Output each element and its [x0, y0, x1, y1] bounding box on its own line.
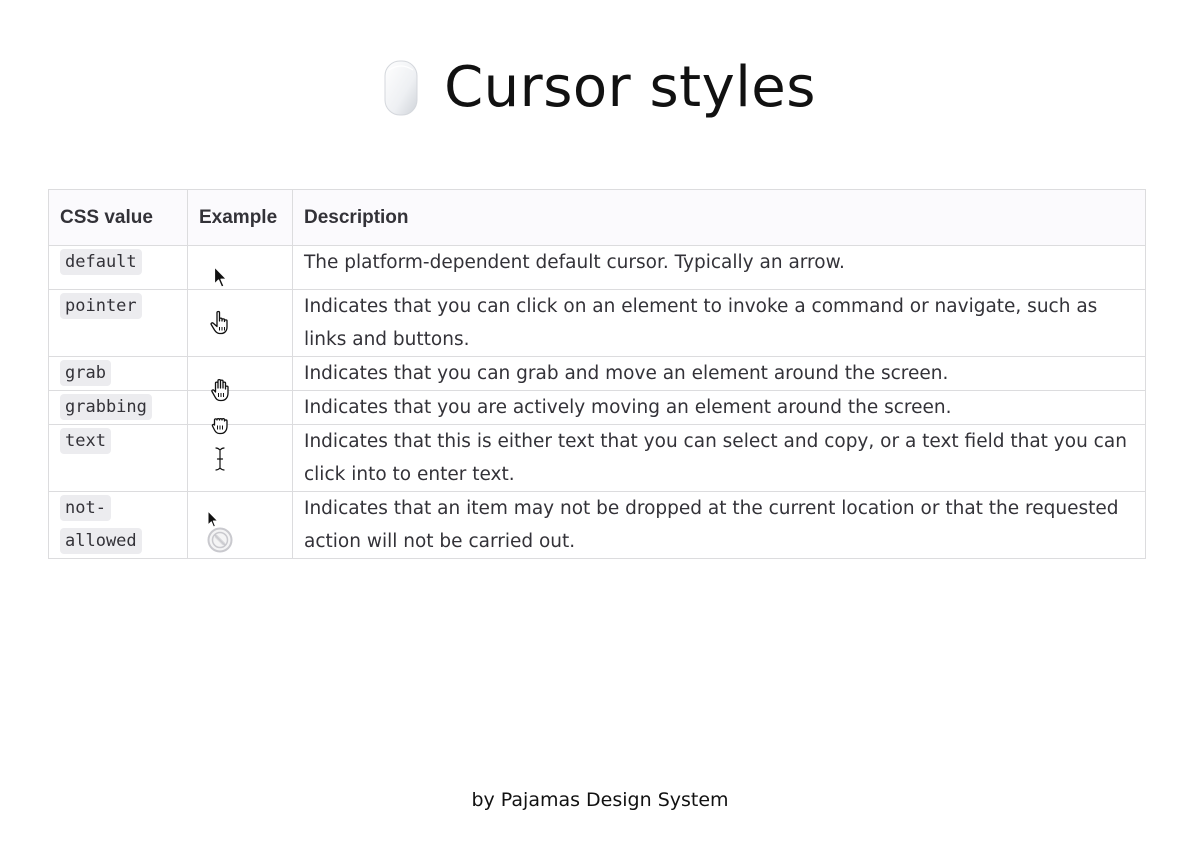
css-value-code: pointer — [60, 293, 142, 319]
table-row: text Indicates that this is either text … — [48, 424, 1146, 492]
css-value-code: grab — [60, 360, 111, 386]
mouse-icon — [384, 60, 418, 116]
table-header-row: CSS value Example Description — [48, 189, 1146, 246]
table-row: grab Indicates that you can grab and mov… — [48, 356, 1146, 402]
description-cell: Indicates that you can grab and move an … — [292, 356, 1146, 391]
css-value-code: not-allowed — [60, 495, 142, 554]
table-row: not-allowed Indicates that an item may n… — [48, 491, 1146, 559]
css-value-cell: grabbing — [48, 390, 188, 425]
table-row: default The platform-dependent default c… — [48, 245, 1146, 290]
css-value-cell: grab — [48, 356, 188, 391]
example-cell — [187, 424, 293, 492]
table-row: grabbing Indicates that you are actively… — [48, 390, 1146, 435]
example-cell — [187, 245, 293, 290]
example-cell — [187, 289, 293, 357]
footer-credit: by Pajamas Design System — [471, 789, 729, 811]
css-value-code: grabbing — [60, 394, 152, 420]
example-cell — [187, 390, 293, 435]
description-cell: Indicates that an item may not be droppe… — [292, 491, 1146, 559]
css-value-cell: text — [48, 424, 188, 492]
description-cell: Indicates that this is either text that … — [292, 424, 1146, 492]
description-cell: Indicates that you can click on an eleme… — [292, 289, 1146, 357]
i-beam-cursor-icon — [214, 446, 226, 472]
css-value-cell: pointer — [48, 289, 188, 357]
header-example: Example — [187, 189, 293, 246]
description-cell: Indicates that you are actively moving a… — [292, 390, 1146, 425]
css-value-code: text — [60, 428, 111, 454]
cursor-styles-table: CSS value Example Description default Th… — [48, 189, 1146, 559]
header-css-value: CSS value — [48, 189, 188, 246]
description-cell: The platform-dependent default cursor. T… — [292, 245, 1146, 290]
pointer-hand-cursor-icon — [210, 310, 228, 335]
css-value-cell: default — [48, 245, 188, 290]
arrow-cursor-icon — [213, 266, 228, 288]
page-title: Cursor styles — [444, 55, 816, 120]
table-row: pointer Indicates that you can click on … — [48, 289, 1146, 357]
example-cell — [187, 491, 293, 559]
not-allowed-cursor-icon — [207, 510, 233, 553]
css-value-code: default — [60, 249, 142, 275]
header-description: Description — [292, 189, 1146, 246]
css-value-cell: not-allowed — [48, 491, 188, 559]
example-cell — [187, 356, 293, 402]
page-header: Cursor styles — [0, 52, 1200, 124]
